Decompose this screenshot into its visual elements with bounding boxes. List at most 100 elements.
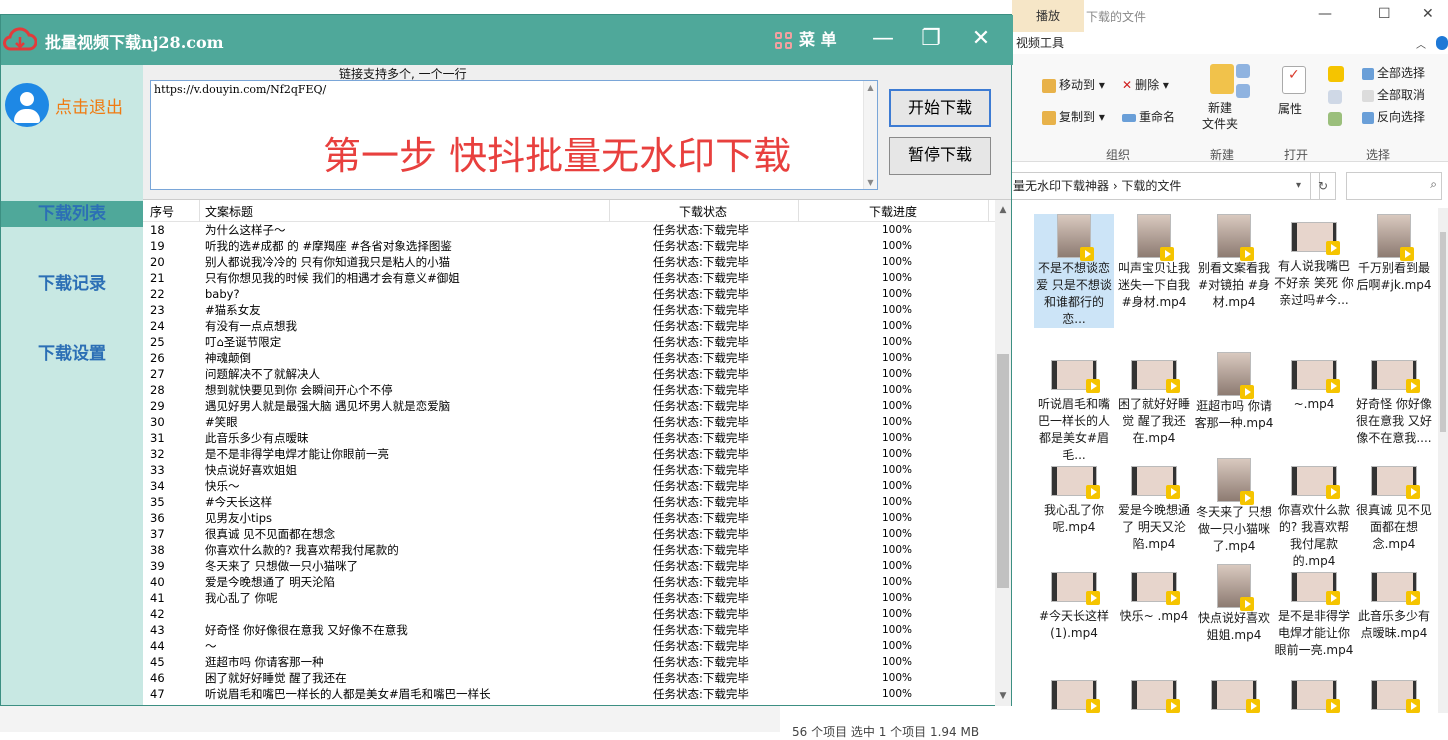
scroll-down-icon[interactable]: ▼ (864, 178, 877, 187)
table-row[interactable]: 40 爱是今晚想通了 明天沦陷 任务状态:下载完毕 100% (143, 574, 995, 590)
video-thumbnail-icon[interactable] (1131, 680, 1180, 713)
table-row[interactable]: 44 ～ 任务状态:下载完毕 100% (143, 638, 995, 654)
file-tile[interactable]: 此音乐多少有点暧昧.mp4 (1354, 564, 1434, 642)
new-item-icon[interactable] (1236, 64, 1250, 78)
col-header-title[interactable]: 文案标题 (205, 203, 253, 220)
col-header-progress[interactable]: 下载进度 (869, 203, 917, 220)
scroll-down-icon[interactable]: ▼ (995, 688, 1011, 704)
close-icon[interactable]: ✕ (1422, 6, 1434, 22)
history-icon[interactable] (1328, 112, 1342, 126)
scroll-up-icon[interactable]: ▲ (864, 83, 877, 92)
new-folder-button[interactable]: 新建 文件夹 (1202, 100, 1238, 132)
video-thumbnail-icon[interactable] (1371, 680, 1420, 713)
file-tile[interactable]: 逛超市吗 你请客那一种.mp4 (1194, 352, 1274, 432)
table-row[interactable]: 31 此音乐多少有点暧昧 任务状态:下载完毕 100% (143, 430, 995, 446)
close-button[interactable]: ✕ (965, 23, 997, 55)
table-row[interactable]: 24 有没有一点点想我 任务状态:下载完毕 100% (143, 318, 995, 334)
restore-button[interactable]: ❐ (915, 23, 947, 55)
file-tile[interactable]: 别看文案看我#对镜拍 #身材.mp4 (1194, 214, 1274, 311)
file-tile[interactable]: 不是不想谈恋爱 只是不想谈和谁都行的恋... (1034, 214, 1114, 328)
table-row[interactable]: 28 想到就快要见到你 会瞬间开心个不停 任务状态:下载完毕 100% (143, 382, 995, 398)
table-row[interactable]: 33 快点说好喜欢姐姐 任务状态:下载完毕 100% (143, 462, 995, 478)
invert-selection-button[interactable]: 反向选择 (1362, 108, 1425, 125)
file-tile[interactable]: 冬天来了 只想做一只小猫咪了.mp4 (1194, 458, 1274, 555)
table-row[interactable]: 37 很真诚 见不见面都在想念 任务状态:下载完毕 100% (143, 526, 995, 542)
minimize-icon[interactable]: — (1318, 6, 1332, 22)
video-thumbnail-icon[interactable] (1051, 680, 1100, 713)
url-scrollbar[interactable]: ▲ ▼ (863, 81, 877, 189)
table-row[interactable]: 19 听我的选#成都 的 #摩羯座 #各省对象选择图鉴 任务状态:下载完毕 100% (143, 238, 995, 254)
select-none-button[interactable]: 全部取消 (1362, 86, 1425, 103)
file-tile[interactable]: 叫声宝贝让我迷失一下自我 #身材.mp4 (1114, 214, 1194, 311)
table-row[interactable]: 30 #笑眼 任务状态:下载完毕 100% (143, 414, 995, 430)
avatar-icon[interactable] (5, 83, 49, 127)
table-row[interactable]: 32 是不是非得学电焊才能让你眼前一亮 任务状态:下载完毕 100% (143, 446, 995, 462)
table-row[interactable]: 23 #猫系女友 任务状态:下载完毕 100% (143, 302, 995, 318)
edit-icon[interactable] (1328, 90, 1342, 104)
table-row[interactable]: 42 任务状态:下载完毕 100% (143, 606, 995, 622)
table-row[interactable]: 34 快乐～ 任务状态:下载完毕 100% (143, 478, 995, 494)
scroll-up-icon[interactable]: ▲ (995, 202, 1011, 218)
help-icon[interactable] (1436, 36, 1448, 50)
table-row[interactable]: 47 听说眉毛和嘴巴一样长的人都是美女#眉毛和嘴巴一样长 任务状态:下载完毕 100% (143, 686, 995, 702)
file-tile[interactable]: 快乐~ .mp4 (1114, 564, 1194, 625)
file-tile[interactable]: 好奇怪 你好像很在意我 又好像不在意我.... (1354, 352, 1434, 447)
file-tile[interactable]: #今天长这样(1).mp4 (1034, 564, 1114, 642)
tab-play[interactable]: 播放 (1012, 0, 1084, 32)
sidebar-item-download-settings[interactable]: 下载设置 (1, 341, 143, 367)
table-row[interactable]: 41 我心乱了 你呢 任务状态:下载完毕 100% (143, 590, 995, 606)
video-thumbnail-icon[interactable] (1211, 680, 1260, 713)
refresh-icon[interactable]: ↻ (1310, 172, 1336, 200)
title-bar[interactable]: 批量视频下载nj28.com 菜 单 — ❐ ✕ (1, 15, 1013, 65)
table-row[interactable]: 26 神魂颠倒 任务状态:下载完毕 100% (143, 350, 995, 366)
file-tile[interactable]: 有人说我嘴巴不好亲 笑死 你亲过吗#今... (1274, 214, 1354, 309)
table-row[interactable]: 22 baby? 任务状态:下载完毕 100% (143, 286, 995, 302)
col-header-no[interactable]: 序号 (150, 203, 174, 220)
chevron-up-icon[interactable]: ︿ (1416, 36, 1426, 51)
table-row[interactable]: 39 冬天来了 只想做一只小猫咪了 任务状态:下载完毕 100% (143, 558, 995, 574)
file-tile[interactable]: 很真诚 见不见面都在想念.mp4 (1354, 458, 1434, 553)
explorer-scroll-thumb[interactable] (1440, 232, 1446, 432)
table-row[interactable]: 46 困了就好好睡觉 醒了我还在 任务状态:下载完毕 100% (143, 670, 995, 686)
sidebar-item-download-list[interactable]: 下载列表 (1, 201, 143, 227)
file-tile[interactable]: 是不是非得学电焊才能让你眼前一亮.mp4 (1274, 564, 1354, 659)
table-row[interactable]: 36 见男友小tips 任务状态:下载完毕 100% (143, 510, 995, 526)
file-tile[interactable]: 我心乱了你呢.mp4 (1034, 458, 1114, 536)
sidebar-item-download-history[interactable]: 下载记录 (1, 271, 143, 297)
file-tile[interactable]: ~.mp4 (1274, 352, 1354, 413)
search-input[interactable]: ⌕ (1346, 172, 1442, 200)
file-tile[interactable]: 听说眉毛和嘴巴一样长的人都是美女#眉毛... (1034, 352, 1114, 464)
start-download-button[interactable]: 开始下载 (889, 89, 991, 127)
table-scroll-thumb[interactable] (997, 354, 1009, 588)
select-all-button[interactable]: 全部选择 (1362, 64, 1425, 81)
url-value[interactable]: https://v.douyin.com/Nf2qFEQ/ (154, 83, 326, 96)
maximize-icon[interactable]: ☐ (1378, 6, 1391, 22)
table-row[interactable]: 45 逛超市吗 你请客那一种 任务状态:下载完毕 100% (143, 654, 995, 670)
tab-video-tools[interactable]: 视频工具 (1012, 34, 1084, 52)
easy-access-icon[interactable] (1236, 84, 1250, 98)
menu-button[interactable]: 菜 单 (775, 27, 837, 55)
table-row[interactable]: 38 你喜欢什么款的? 我喜欢帮我付尾款的 任务状态:下载完毕 100% (143, 542, 995, 558)
delete-button[interactable]: ✕ 删除 ▾ (1122, 76, 1169, 93)
copy-to-button[interactable]: 复制到 ▾ (1042, 108, 1105, 125)
video-thumbnail-icon[interactable] (1291, 680, 1340, 713)
file-tile[interactable]: 你喜欢什么款的? 我喜欢帮我付尾款的.mp4 (1274, 458, 1354, 570)
file-tile[interactable]: 困了就好好睡觉 醒了我还在.mp4 (1114, 352, 1194, 447)
table-row[interactable]: 29 遇见好男人就是最强大脑 遇见坏男人就是恋爱脑 任务状态:下载完毕 100% (143, 398, 995, 414)
chevron-down-icon[interactable]: ▾ (1296, 180, 1301, 191)
table-row[interactable]: 25 叮⌂圣诞节限定 任务状态:下载完毕 100% (143, 334, 995, 350)
minimize-button[interactable]: — (867, 23, 899, 55)
table-row[interactable]: 21 只有你想见我的时候 我们的相遇才会有意义#御姐 任务状态:下载完毕 100% (143, 270, 995, 286)
table-row[interactable]: 43 好奇怪 你好像很在意我 又好像不在意我 任务状态:下载完毕 100% (143, 622, 995, 638)
address-bar[interactable]: 量无水印下载神器 › 下载的文件 (1010, 172, 1320, 200)
logout-link[interactable]: 点击退出 (55, 93, 123, 118)
col-header-status[interactable]: 下载状态 (679, 203, 727, 220)
pause-download-button[interactable]: 暂停下载 (889, 137, 991, 175)
file-tile[interactable]: 快点说好喜欢姐姐.mp4 (1194, 564, 1274, 644)
table-row[interactable]: 18 为什么这样子～ 任务状态:下载完毕 100% (143, 222, 995, 238)
table-row[interactable]: 35 #今天长这样 任务状态:下载完毕 100% (143, 494, 995, 510)
properties-button[interactable]: 属性 (1278, 100, 1302, 117)
table-row[interactable]: 27 问题解决不了就解决人 任务状态:下载完毕 100% (143, 366, 995, 382)
table-row[interactable]: 20 别人都说我冷冷的 只有你知道我只是粘人的小猫 任务状态:下载完毕 100% (143, 254, 995, 270)
move-to-button[interactable]: 移动到 ▾ (1042, 76, 1105, 93)
